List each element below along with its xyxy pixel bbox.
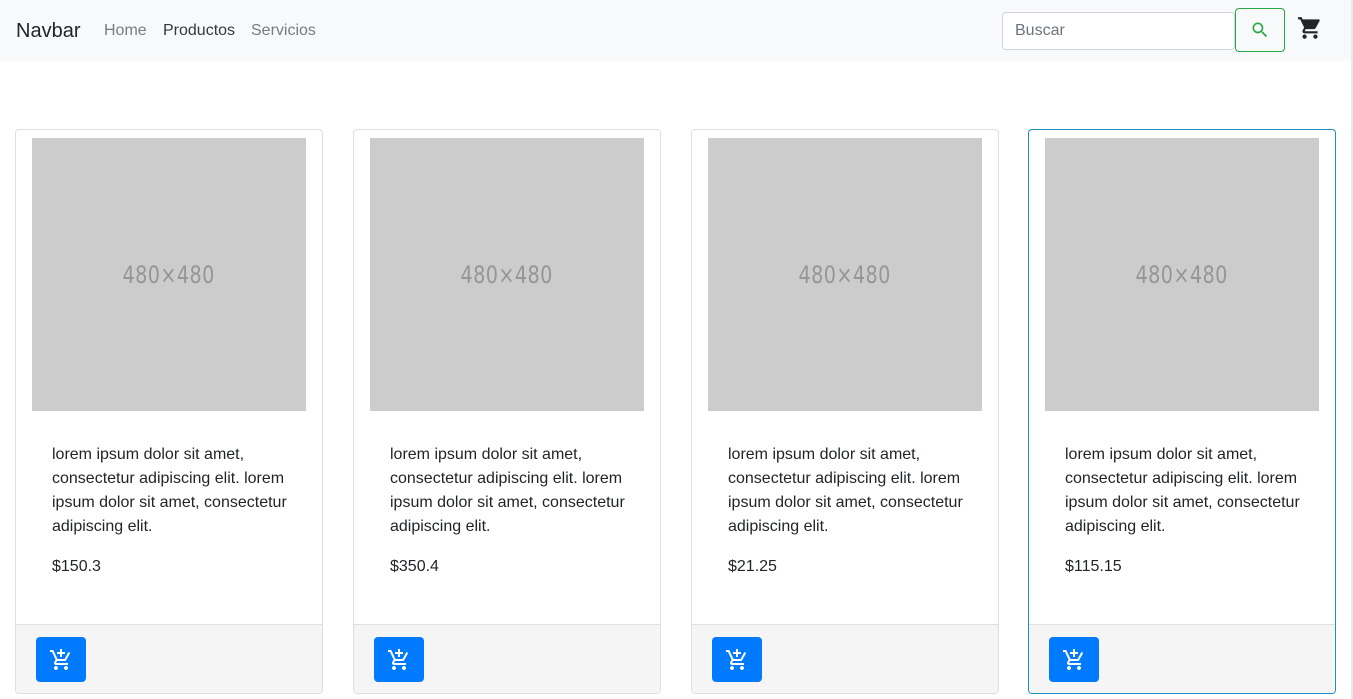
navbar: Navbar Home Productos Servicios: [0, 0, 1353, 61]
product-card: 480×480 lorem ipsum dolor sit amet, cons…: [353, 129, 661, 694]
product-card-selected: 480×480 lorem ipsum dolor sit amet, cons…: [1028, 129, 1336, 694]
card-footer: [692, 624, 998, 693]
add-to-cart-icon: [726, 648, 747, 670]
add-to-cart-button[interactable]: [36, 637, 86, 682]
card-footer: [1029, 624, 1335, 693]
product-card: 480×480 lorem ipsum dolor sit amet, cons…: [15, 129, 323, 694]
add-to-cart-icon: [388, 648, 409, 670]
product-image-placeholder: 480×480: [1045, 138, 1319, 411]
search-icon: [1252, 22, 1268, 38]
product-image-placeholder: 480×480: [708, 138, 982, 411]
product-image-label: 480×480: [122, 260, 216, 289]
card-footer: [354, 624, 660, 693]
product-image-placeholder: 480×480: [32, 138, 306, 411]
card-footer: [16, 624, 322, 693]
product-price: $21.25: [728, 558, 777, 575]
add-to-cart-button[interactable]: [1049, 637, 1099, 682]
cart-icon[interactable]: [1297, 15, 1323, 41]
nav-link-servicios[interactable]: Servicios: [251, 21, 316, 41]
product-price: $115.15: [1065, 558, 1122, 575]
product-image-placeholder: 480×480: [370, 138, 644, 411]
navbar-brand[interactable]: Navbar: [16, 19, 80, 43]
product-image-label: 480×480: [798, 260, 892, 289]
search-button[interactable]: [1235, 8, 1285, 52]
product-image-label: 480×480: [460, 260, 554, 289]
add-to-cart-button[interactable]: [712, 637, 762, 682]
search-input[interactable]: [1002, 12, 1235, 50]
product-description: lorem ipsum dolor sit amet, consectetur …: [1065, 446, 1300, 535]
product-price: $150.3: [52, 558, 101, 575]
product-image-label: 480×480: [1135, 260, 1229, 289]
nav-link-productos[interactable]: Productos: [163, 21, 235, 41]
product-price: $350.4: [390, 558, 439, 575]
product-description: lorem ipsum dolor sit amet, consectetur …: [728, 446, 963, 535]
product-card: 480×480 lorem ipsum dolor sit amet, cons…: [691, 129, 999, 694]
add-to-cart-icon: [50, 648, 71, 670]
nav-link-home[interactable]: Home: [104, 21, 147, 41]
product-description: lorem ipsum dolor sit amet, consectetur …: [390, 446, 625, 535]
add-to-cart-button[interactable]: [374, 637, 424, 682]
add-to-cart-icon: [1063, 648, 1084, 670]
product-description: lorem ipsum dolor sit amet, consectetur …: [52, 446, 287, 535]
